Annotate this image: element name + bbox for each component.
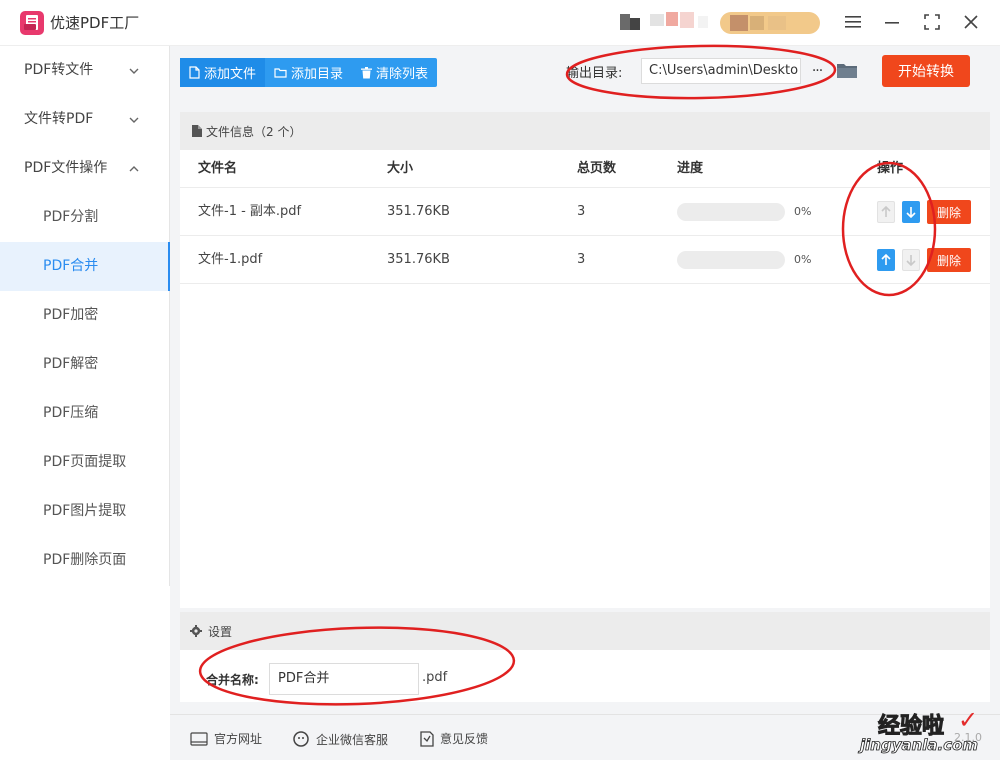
settings-panel: 设置 合并名称: PDF合并 .pdf [180, 612, 990, 702]
feedback-label: 意见反馈 [440, 732, 489, 746]
arrow-down-icon [906, 207, 916, 218]
clear-list-button[interactable]: 清除列表 [352, 58, 437, 87]
add-file-button[interactable]: 添加文件 [180, 58, 266, 87]
start-convert-button[interactable]: 开始转换 [882, 55, 970, 87]
table-header: 文件名 大小 总页数 进度 操作 [180, 150, 990, 188]
column-size: 大小 [387, 161, 414, 176]
user-info[interactable] [620, 8, 820, 36]
column-filename: 文件名 [198, 161, 238, 176]
feedback-link[interactable]: 意见反馈 [420, 730, 488, 747]
sidebar-group-file-to-pdf[interactable]: 文件转PDF [0, 95, 169, 144]
move-down-button[interactable] [902, 201, 920, 223]
arrow-down-icon [906, 255, 916, 266]
app-title: 优速PDF工厂 [50, 14, 140, 32]
output-directory-label: 输出目录: [566, 66, 623, 81]
move-down-button[interactable] [902, 249, 920, 271]
table-row[interactable]: 文件-1 - 副本.pdf 351.76KB 3 0% 删除 [180, 188, 990, 236]
chevron-down-icon [129, 46, 139, 95]
progress-bar [677, 203, 785, 221]
arrow-up-icon [881, 254, 891, 265]
sidebar-group-pdf-to-file[interactable]: PDF转文件 [0, 46, 169, 95]
file-name: 文件-1 - 副本.pdf [198, 204, 302, 219]
document-icon [192, 125, 202, 137]
toolbar: 添加文件 添加目录 清除列表 [180, 58, 438, 87]
output-directory-input[interactable]: C:\Users\admin\Deskto [641, 58, 801, 84]
merge-name-label: 合并名称: [206, 673, 259, 687]
add-directory-button[interactable]: 添加目录 [265, 58, 352, 87]
file-icon [189, 66, 200, 79]
column-pages: 总页数 [577, 161, 617, 176]
open-folder-icon[interactable] [836, 61, 858, 81]
sidebar-item-pdf-page-extract[interactable]: PDF页面提取 [0, 438, 169, 487]
sidebar-group-label: PDF转文件 [24, 62, 94, 78]
merge-name-suffix: .pdf [422, 670, 448, 685]
wechat-service-label: 企业微信客服 [316, 732, 389, 747]
sidebar-group-pdf-operations[interactable]: PDF文件操作 [0, 144, 169, 193]
settings-header: 设置 [180, 612, 990, 650]
menu-icon[interactable] [840, 10, 866, 34]
file-size: 351.76KB [387, 204, 450, 219]
minimize-icon[interactable] [879, 10, 905, 34]
sidebar-item-pdf-delete-pages[interactable]: PDF删除页面 [0, 536, 169, 585]
official-website-link[interactable]: 官方网址 [190, 730, 262, 747]
watermark-logo: 经验啦 ✓ jingyanla.com [856, 706, 996, 758]
merge-name-input[interactable]: PDF合并 [269, 663, 419, 695]
sidebar-item-pdf-decrypt[interactable]: PDF解密 [0, 340, 169, 389]
delete-button[interactable]: 删除 [927, 200, 971, 224]
arrow-up-icon [881, 206, 891, 217]
trash-icon [361, 66, 373, 78]
file-info-header: 文件信息（2 个） [180, 112, 990, 150]
website-icon [190, 731, 208, 746]
add-file-label: 添加文件 [204, 67, 257, 82]
feedback-icon [420, 730, 434, 747]
sidebar: PDF转文件 文件转PDF PDF文件操作 PDF分割 PDF合并 PDF加密 … [0, 46, 170, 586]
clear-list-label: 清除列表 [376, 67, 429, 82]
sidebar-item-pdf-merge[interactable]: PDF合并 [0, 242, 170, 291]
progress-bar [677, 251, 785, 269]
sidebar-item-pdf-split[interactable]: PDF分割 [0, 193, 169, 242]
progress-percent: 0% [794, 253, 812, 266]
main-content: 添加文件 添加目录 清除列表 输出目录: C:\Users\admin\Desk… [170, 46, 1000, 760]
wechat-service-link[interactable]: 企业微信客服 [292, 730, 388, 748]
file-size: 351.76KB [387, 252, 450, 267]
move-up-button[interactable] [877, 249, 895, 271]
column-actions: 操作 [877, 161, 904, 176]
app-logo-icon [20, 11, 44, 35]
sidebar-group-label: PDF文件操作 [24, 160, 108, 176]
wechat-icon [293, 731, 309, 747]
sidebar-group-label: 文件转PDF [24, 111, 94, 127]
watermark-url: jingyanla.com [860, 736, 979, 755]
column-progress: 进度 [677, 161, 704, 176]
avatar[interactable] [720, 12, 820, 34]
browse-more-button[interactable]: ··· [806, 60, 828, 82]
chevron-up-icon [129, 144, 139, 193]
gear-icon [190, 625, 202, 637]
title-bar: 优速PDF工厂 [0, 0, 1000, 46]
file-pages: 3 [577, 204, 586, 219]
folder-outline-icon [274, 68, 287, 78]
checkmark-icon: ✓ [958, 706, 979, 734]
maximize-icon[interactable] [919, 10, 945, 34]
sidebar-item-pdf-encrypt[interactable]: PDF加密 [0, 291, 169, 340]
close-icon[interactable] [958, 10, 984, 34]
sidebar-item-pdf-compress[interactable]: PDF压缩 [0, 389, 169, 438]
file-pages: 3 [577, 252, 586, 267]
table-row[interactable]: 文件-1.pdf 351.76KB 3 0% 删除 [180, 236, 990, 284]
official-website-label: 官方网址 [214, 732, 263, 746]
add-directory-label: 添加目录 [291, 67, 344, 82]
sidebar-item-pdf-image-extract[interactable]: PDF图片提取 [0, 487, 169, 536]
file-list-panel: 文件信息（2 个） 文件名 大小 总页数 进度 操作 文件-1 - 副本.pdf… [180, 112, 990, 608]
chevron-down-icon [129, 95, 139, 144]
progress-percent: 0% [794, 205, 812, 218]
settings-title: 设置 [208, 624, 233, 639]
file-name: 文件-1.pdf [198, 252, 263, 267]
move-up-button[interactable] [877, 201, 895, 223]
delete-button[interactable]: 删除 [927, 248, 971, 272]
file-info-title: 文件信息（2 个） [206, 124, 302, 139]
